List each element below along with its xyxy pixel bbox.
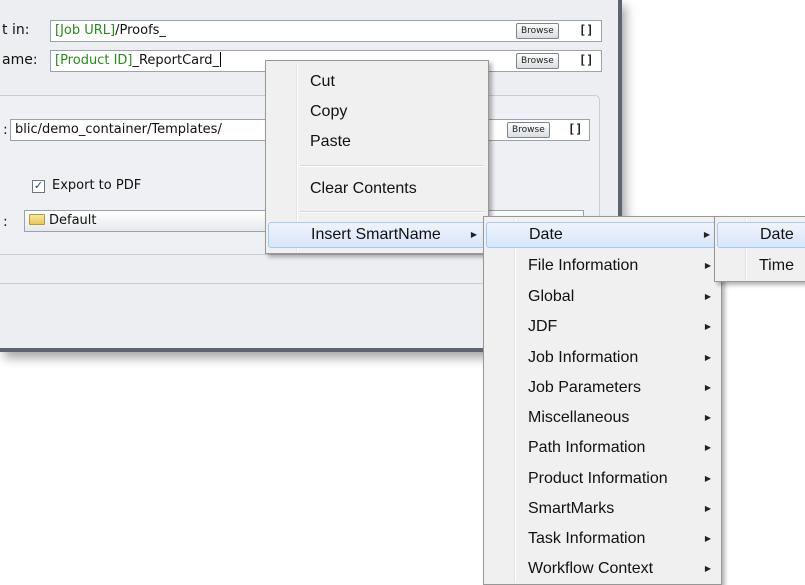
menu-item-label: Date <box>529 226 563 243</box>
menu-item-label: SmartMarks <box>528 500 615 517</box>
name-browse-button[interactable]: Browse <box>516 53 559 69</box>
folder-smartname-token: [Job URL] <box>55 23 116 38</box>
template-label: : <box>3 122 8 138</box>
menu-item-label: Product Information <box>528 470 668 487</box>
submenu-arrow-icon: ▶ <box>704 564 711 573</box>
submenu-item-task-information[interactable]: Task Information ▶ <box>486 526 719 552</box>
menu-item-label: Task Information <box>528 530 646 547</box>
submenu-arrow-icon: ▶ <box>704 353 711 362</box>
submenu-arrow-icon: ▶ <box>704 443 711 452</box>
menu-item-label: Insert SmartName <box>311 226 441 243</box>
submenu-item-job-parameters[interactable]: Job Parameters ▶ <box>486 375 719 401</box>
submenu-arrow-icon: ▶ <box>704 534 711 543</box>
submenu-item-miscellaneous[interactable]: Miscellaneous ▶ <box>486 405 719 431</box>
submenu-item-workflow-context[interactable]: Workflow Context ▶ <box>486 556 719 582</box>
template-smartname-button[interactable]: [] <box>568 122 582 136</box>
submenu-arrow-icon: ▶ <box>704 413 711 422</box>
name-smartname-button[interactable]: [] <box>579 53 593 67</box>
smartname-submenu: Date ▶ File Information ▶ Global ▶ JDF ▶ Job… <box>483 216 722 585</box>
folder-browse-button[interactable]: Browse <box>516 23 559 39</box>
submenu-arrow-icon: ▶ <box>704 292 711 301</box>
submenu-item-smartmarks[interactable]: SmartMarks ▶ <box>486 496 719 522</box>
date-item-date[interactable]: Date <box>717 222 805 248</box>
menu-item-insert-smartname[interactable]: Insert SmartName ▶ <box>268 222 486 248</box>
folder-label: t in: <box>2 22 30 38</box>
submenu-item-global[interactable]: Global ▶ <box>486 284 719 310</box>
menu-item-label: Path Information <box>528 439 646 456</box>
name-field-text: _ReportCard_ <box>132 53 219 68</box>
submenu-arrow-icon: ▶ <box>703 230 710 239</box>
menu-item-clear-contents[interactable]: Clear Contents <box>268 176 486 202</box>
export-pdf-label: Export to PDF <box>52 178 142 193</box>
menu-item-label: Miscellaneous <box>528 409 630 426</box>
menu-item-copy[interactable]: Copy <box>268 99 486 125</box>
text-caret <box>220 52 221 67</box>
menu-item-label: Global <box>528 288 575 305</box>
template-field-text: blic/demo_container/Templates/ <box>15 122 222 137</box>
submenu-item-job-information[interactable]: Job Information ▶ <box>486 345 719 371</box>
submenu-arrow-icon: ▶ <box>704 261 711 270</box>
folder-field-text: /Proofs_ <box>115 23 166 38</box>
menu-item-cut[interactable]: Cut <box>268 69 486 95</box>
submenu-arrow-icon: ▶ <box>704 474 711 483</box>
submenu-item-product-information[interactable]: Product Information ▶ <box>486 466 719 492</box>
date-submenu: Date Time <box>714 216 805 282</box>
folder-icon <box>29 214 45 225</box>
template-browse-button[interactable]: Browse <box>507 122 550 138</box>
submenu-arrow-icon: ▶ <box>704 383 711 392</box>
submenu-item-path-information[interactable]: Path Information ▶ <box>486 435 719 461</box>
submenu-item-jdf[interactable]: JDF ▶ <box>486 314 719 340</box>
menu-item-label: Workflow Context <box>528 560 654 577</box>
menu-item-label: JDF <box>528 318 558 335</box>
name-smartname-token: [Product ID] <box>55 53 133 68</box>
menu-item-paste[interactable]: Paste <box>268 129 486 155</box>
menu-item-label: File Information <box>528 257 639 274</box>
menu-item-label: Job Information <box>528 349 639 366</box>
menu-separator <box>300 165 484 167</box>
submenu-arrow-icon: ▶ <box>470 230 477 239</box>
folder-smartname-button[interactable]: [] <box>579 23 593 37</box>
export-pdf-checkbox[interactable]: ✓ <box>32 180 45 193</box>
submenu-arrow-icon: ▶ <box>704 504 711 513</box>
preset-label: : <box>3 214 8 230</box>
preset-select-value: Default <box>49 213 97 228</box>
date-item-time[interactable]: Time <box>717 253 805 279</box>
menu-separator <box>300 211 484 213</box>
submenu-arrow-icon: ▶ <box>704 322 711 331</box>
name-label: ame: <box>2 52 38 68</box>
submenu-item-date[interactable]: Date ▶ <box>486 222 719 248</box>
context-menu: Cut Copy Paste Clear Contents Insert Sma… <box>265 60 489 254</box>
submenu-item-file-information[interactable]: File Information ▶ <box>486 253 719 279</box>
menu-item-label: Job Parameters <box>528 379 641 396</box>
